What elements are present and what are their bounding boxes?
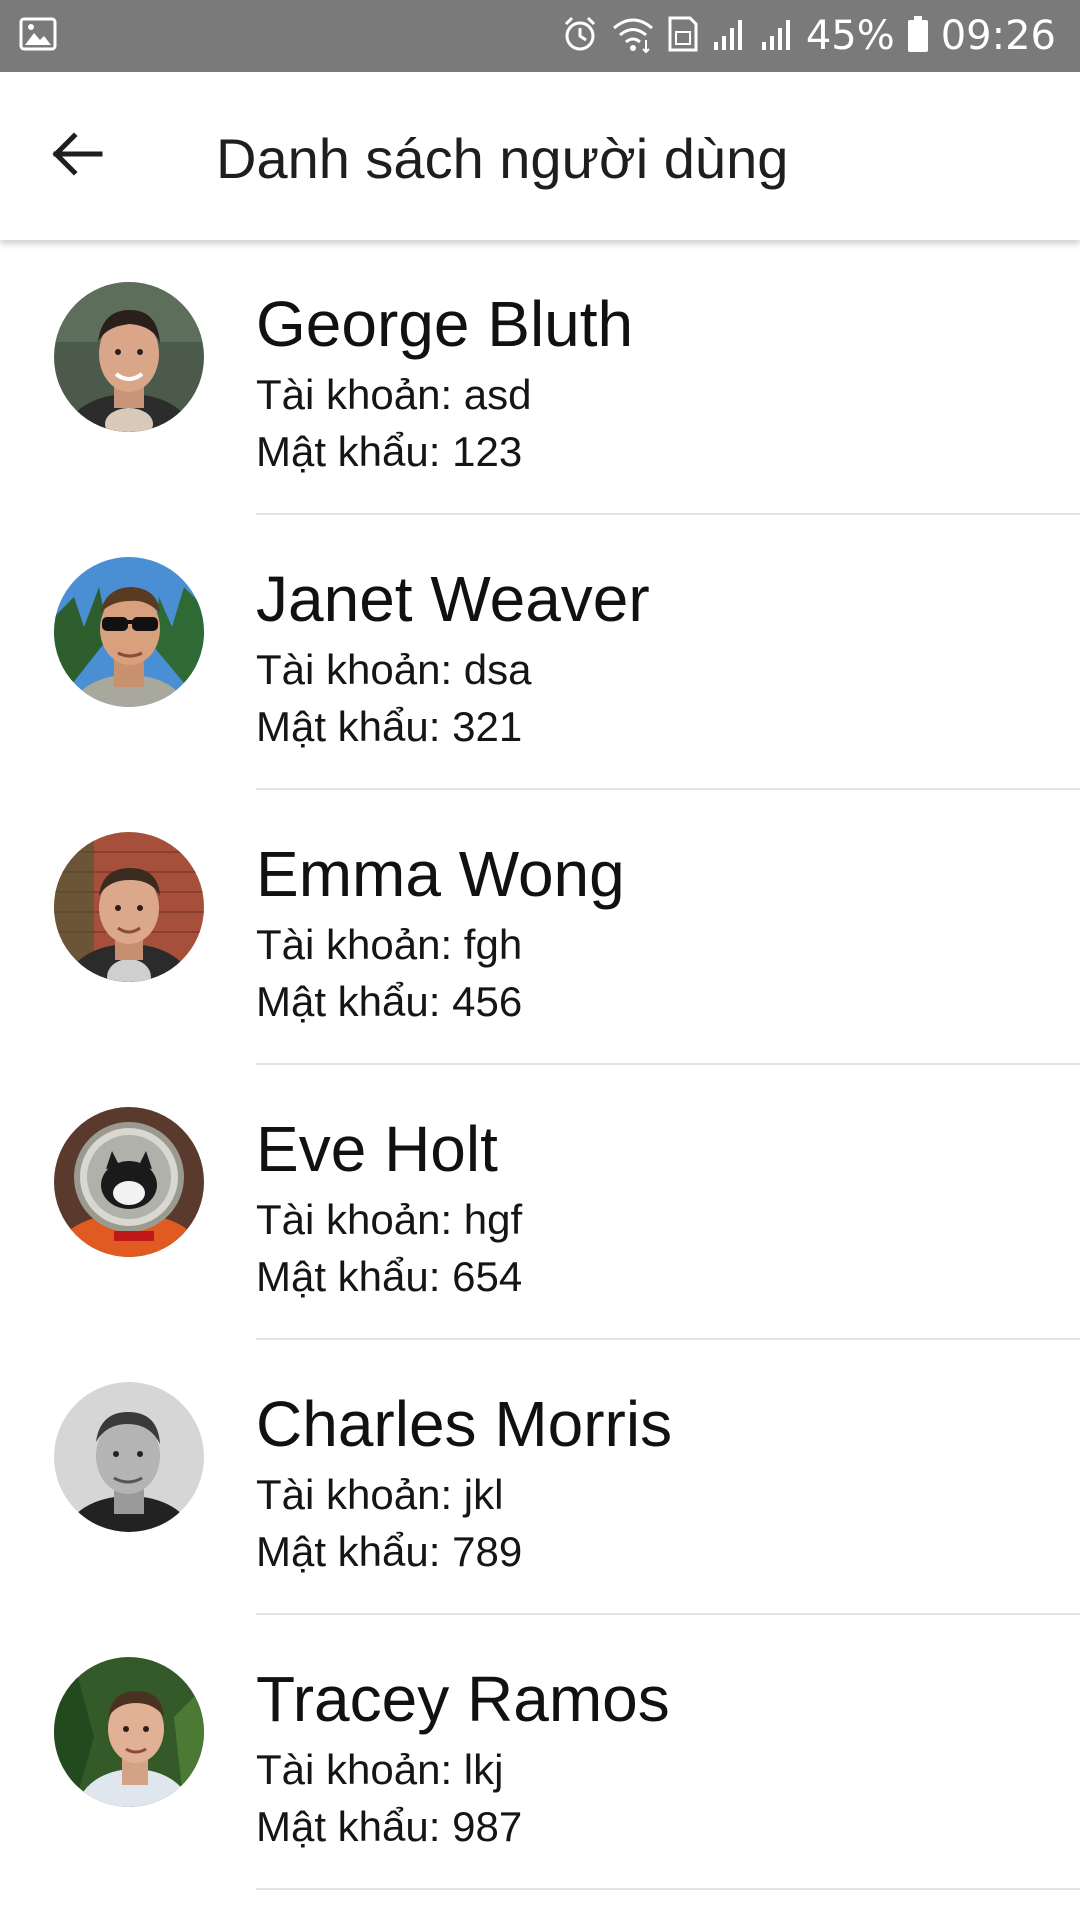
status-icons: 45% 09:26 — [560, 8, 1056, 64]
status-bar: 45% 09:26 — [0, 0, 1080, 72]
back-arrow-icon — [48, 130, 104, 183]
user-password: Mật khẩu: 789 — [256, 1528, 523, 1575]
wifi-icon — [610, 14, 656, 59]
user-password: Mật khẩu: 321 — [256, 703, 523, 750]
list-item-user[interactable]: Emma Wong Tài khoản: fgh Mật khẩu: 456 — [0, 790, 1080, 1065]
list-item-user[interactable]: Eve Holt Tài khoản: hgf Mật khẩu: 654 — [0, 1065, 1080, 1340]
signal-icon — [710, 14, 748, 59]
user-account: Tài khoản: lkj — [256, 1746, 504, 1793]
user-password: Mật khẩu: 123 — [256, 428, 523, 475]
user-account: Tài khoản: dsa — [256, 646, 532, 693]
avatar — [54, 282, 204, 432]
user-info: Janet Weaver Tài khoản: dsa Mật khẩu: 32… — [256, 563, 650, 755]
battery-icon — [905, 14, 931, 59]
user-account: Tài khoản: hgf — [256, 1196, 523, 1243]
divider — [256, 1888, 1080, 1890]
user-name: Emma Wong — [256, 838, 625, 910]
clock-time: 09:26 — [940, 13, 1056, 59]
user-password: Mật khẩu: 654 — [256, 1253, 523, 1300]
list-item-user[interactable]: George Bluth Tài khoản: asd Mật khẩu: 12… — [0, 240, 1080, 515]
user-name: George Bluth — [256, 288, 634, 360]
signal-icon — [758, 14, 796, 59]
back-button[interactable] — [36, 116, 116, 196]
user-info: George Bluth Tài khoản: asd Mật khẩu: 12… — [256, 288, 633, 480]
user-name: Tracey Ramos — [256, 1663, 670, 1735]
list-item-user[interactable]: Charles Morris Tài khoản: jkl Mật khẩu: … — [0, 1340, 1080, 1615]
user-info: Emma Wong Tài khoản: fgh Mật khẩu: 456 — [256, 838, 625, 1030]
user-account: Tài khoản: asd — [256, 371, 532, 418]
user-name: Janet Weaver — [256, 563, 650, 635]
sim-icon — [666, 14, 700, 59]
battery-percent: 45% — [805, 13, 895, 59]
user-info: Eve Holt Tài khoản: hgf Mật khẩu: 654 — [256, 1113, 522, 1305]
avatar — [54, 1107, 204, 1257]
user-list: George Bluth Tài khoản: asd Mật khẩu: 12… — [0, 240, 1080, 1920]
avatar — [54, 1657, 204, 1807]
list-item-user[interactable]: Tracey Ramos Tài khoản: lkj Mật khẩu: 98… — [0, 1615, 1080, 1890]
app-bar: Danh sách người dùng — [0, 72, 1080, 240]
user-name: Charles Morris — [256, 1388, 673, 1460]
user-password: Mật khẩu: 456 — [256, 978, 523, 1025]
user-account: Tài khoản: jkl — [256, 1471, 504, 1518]
user-info: Charles Morris Tài khoản: jkl Mật khẩu: … — [256, 1388, 672, 1580]
alarm-icon — [560, 14, 600, 59]
avatar — [54, 832, 204, 982]
user-account: Tài khoản: fgh — [256, 921, 523, 968]
avatar — [54, 557, 204, 707]
image-icon — [18, 14, 58, 54]
page-title: Danh sách người dùng — [216, 127, 789, 190]
avatar — [54, 1382, 204, 1532]
user-info: Tracey Ramos Tài khoản: lkj Mật khẩu: 98… — [256, 1663, 670, 1855]
user-password: Mật khẩu: 987 — [256, 1803, 523, 1850]
user-name: Eve Holt — [256, 1113, 498, 1185]
list-item-user[interactable]: Janet Weaver Tài khoản: dsa Mật khẩu: 32… — [0, 515, 1080, 790]
